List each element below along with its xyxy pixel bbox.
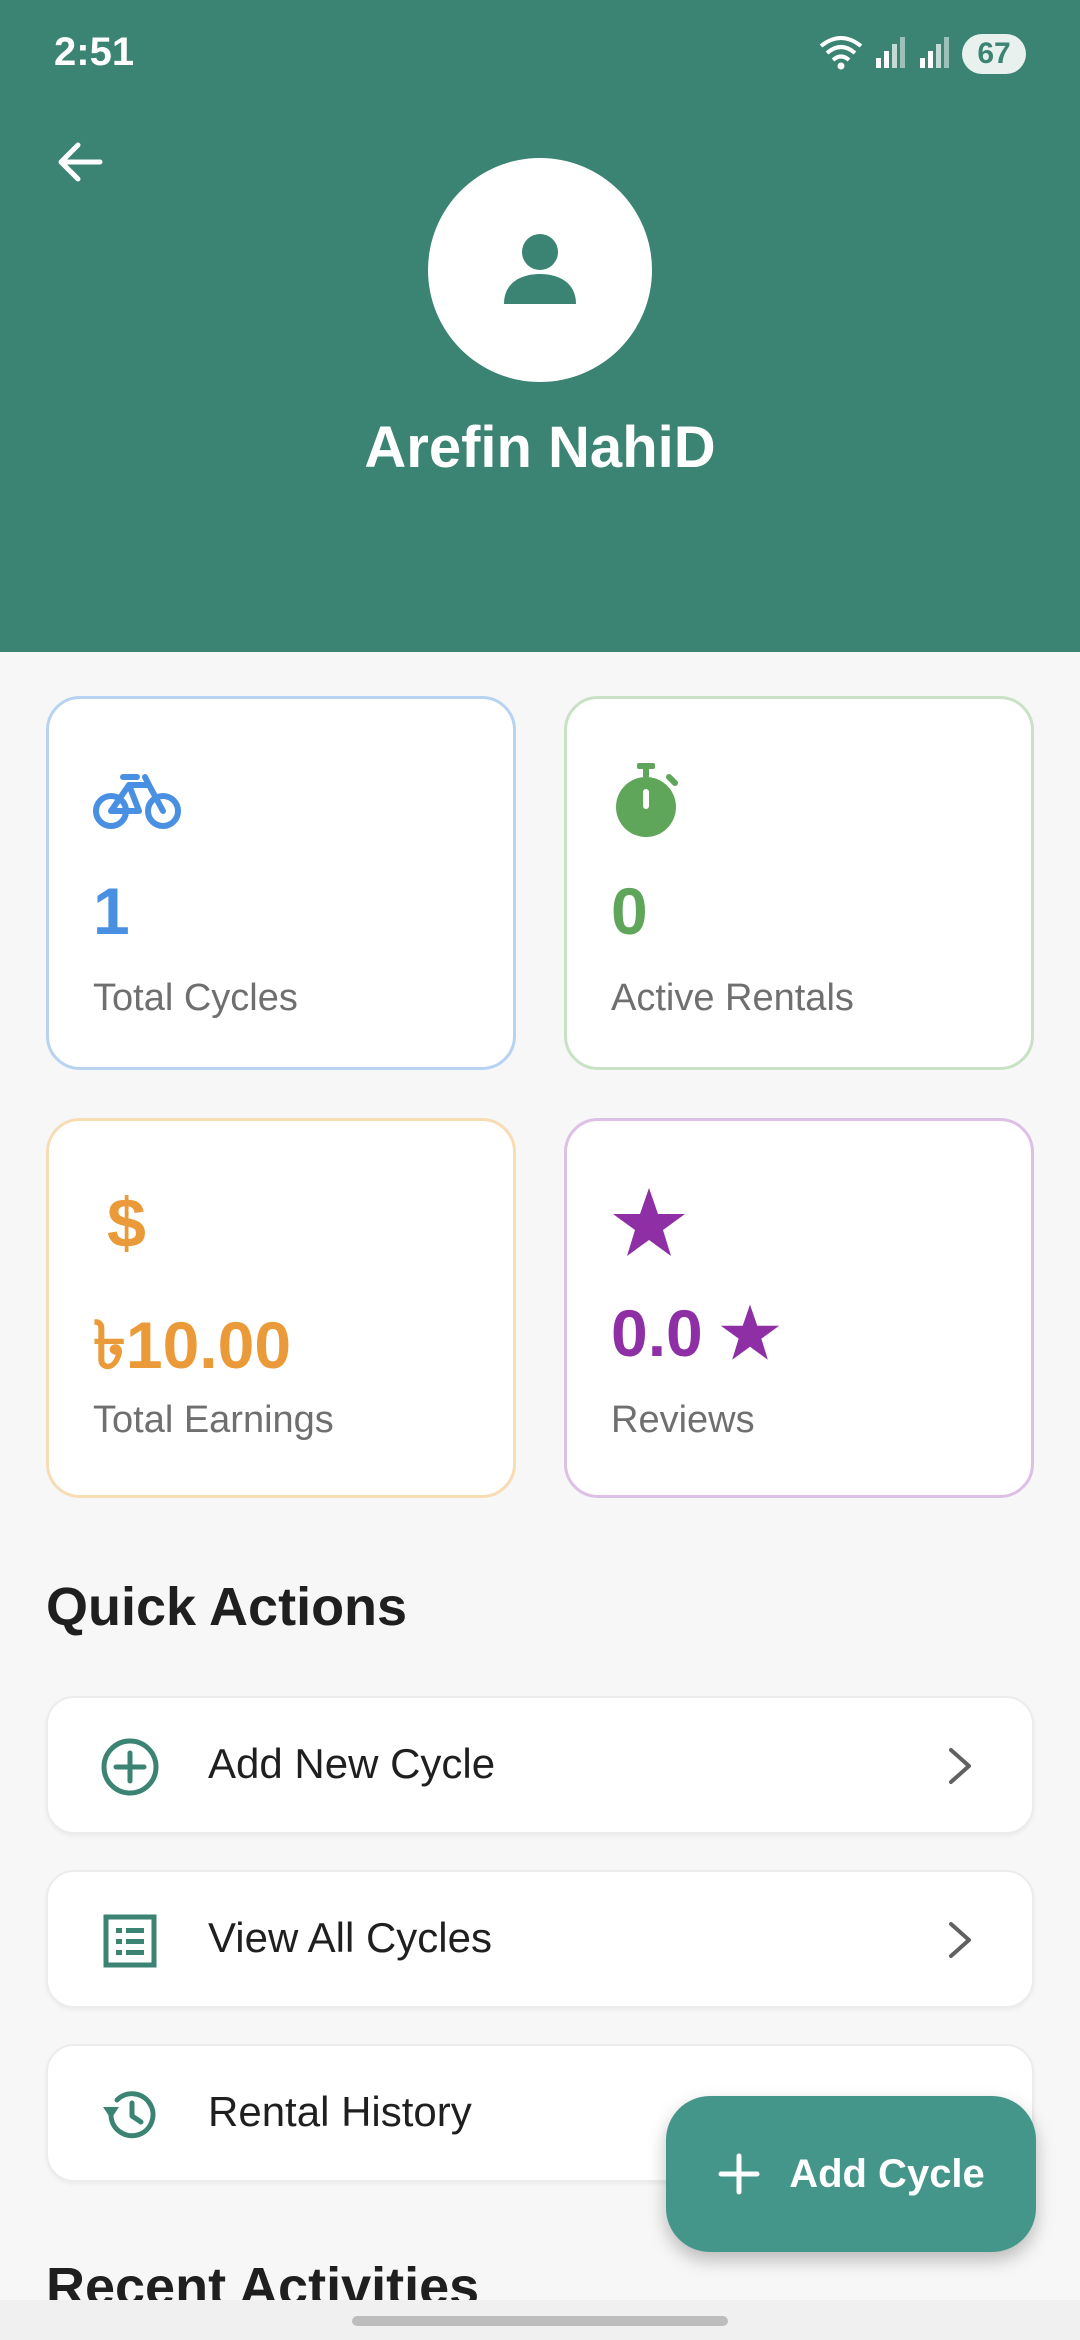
quick-actions-title: Quick Actions	[46, 1577, 408, 1637]
plus-icon	[718, 2153, 760, 2195]
active-rentals-value: 0	[611, 874, 648, 948]
status-bar: 2:51 67	[0, 0, 1080, 112]
arrow-back-icon	[58, 142, 103, 182]
back-button[interactable]	[48, 130, 112, 194]
add-circle-icon	[96, 1733, 164, 1801]
star-icon	[720, 1304, 779, 1360]
battery-indicator: 67	[962, 34, 1026, 74]
star-icon	[611, 1177, 703, 1269]
add-cycle-fab[interactable]: Add Cycle	[666, 2096, 1036, 2252]
user-name: Arefin NahiD	[364, 415, 716, 480]
bicycle-icon	[93, 755, 185, 847]
chevron-right-icon	[932, 1912, 988, 1968]
wifi-icon	[818, 32, 864, 77]
timer-icon	[611, 755, 703, 847]
avatar[interactable]	[428, 158, 652, 382]
home-gesture-handle[interactable]	[352, 2316, 728, 2326]
reviews-label: Reviews	[611, 1399, 755, 1441]
status-time: 2:51	[54, 30, 135, 74]
total-cycles-label: Total Cycles	[93, 977, 298, 1019]
reviews-value: 0.0	[611, 1295, 781, 1371]
active-rentals-label: Active Rentals	[611, 977, 854, 1019]
view-all-cycles-label: View All Cycles	[208, 1914, 492, 1961]
history-icon	[96, 2081, 164, 2149]
active-rentals-card[interactable]: 0 Active Rentals	[564, 696, 1034, 1070]
total-earnings-card[interactable]: $ ৳10.00 Total Earnings	[46, 1118, 516, 1498]
signal-icon	[874, 34, 908, 75]
view-all-cycles-button[interactable]: View All Cycles	[46, 1870, 1034, 2008]
dollar-icon: $	[107, 1184, 146, 1262]
reviews-card[interactable]: 0.0 Reviews	[564, 1118, 1034, 1498]
signal-icon	[918, 34, 952, 75]
total-earnings-value: ৳10.00	[93, 1308, 292, 1382]
add-new-cycle-button[interactable]: Add New Cycle	[46, 1696, 1034, 1834]
add-cycle-label: Add Cycle	[789, 2151, 985, 2196]
owner-dashboard-screen: 2:51 67 Arefin NahiD 1 Total Cycles 0 Ac…	[0, 0, 1080, 2340]
total-cycles-card[interactable]: 1 Total Cycles	[46, 696, 516, 1070]
profile-header: 2:51 67 Arefin NahiD	[0, 0, 1080, 652]
person-icon	[504, 234, 576, 304]
system-nav-bar	[0, 2300, 1080, 2340]
rental-history-label: Rental History	[208, 2088, 472, 2135]
chevron-right-icon	[932, 1738, 988, 1794]
list-icon	[96, 1907, 164, 1975]
total-cycles-value: 1	[93, 874, 130, 948]
add-new-cycle-label: Add New Cycle	[208, 1740, 496, 1787]
status-icons: 67	[818, 30, 1026, 78]
total-earnings-label: Total Earnings	[93, 1399, 334, 1441]
reviews-rating: 0.0	[611, 1296, 703, 1370]
